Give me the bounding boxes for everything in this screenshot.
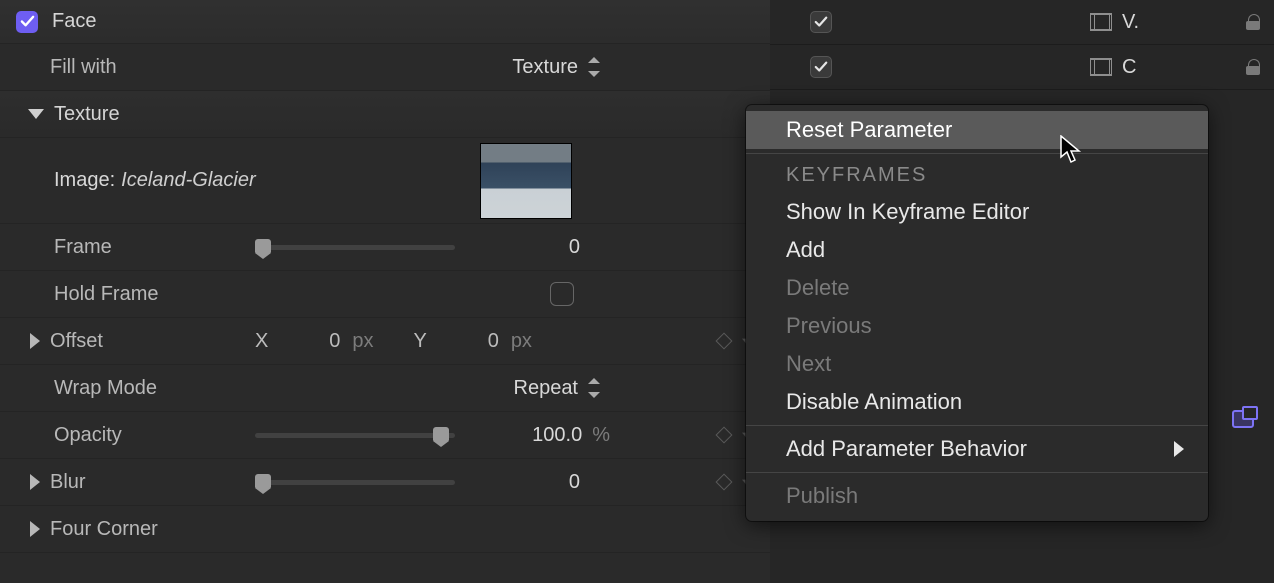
menu-reset-parameter[interactable]: Reset Parameter [746,111,1208,149]
offset-row[interactable]: Offset X 0 px Y 0 px [0,318,770,365]
lock-icon[interactable] [1246,59,1260,75]
disclosure-right-icon[interactable] [30,521,40,537]
layer-name: V. [1122,11,1139,34]
layer-enable-checkbox[interactable] [810,11,832,33]
texture-section-header[interactable]: Texture [0,91,770,138]
offset-x-unit: px [352,330,373,353]
texture-image-row[interactable]: Image: Iceland-Glacier [0,138,770,224]
frame-label: Frame [54,236,112,259]
opacity-value[interactable]: 100.0 [532,424,582,447]
opacity-slider[interactable] [255,433,455,438]
submenu-arrow-icon [1174,441,1184,457]
inspector-panel: Face Fill with Texture Texture Image: Ic… [0,0,770,583]
blur-slider[interactable] [255,480,455,485]
checkmark-icon [814,15,828,29]
clip-icon [1090,13,1112,31]
blur-value[interactable]: 0 [569,471,580,494]
layer-row[interactable]: C [770,45,1274,90]
face-enable-checkbox[interactable] [16,11,38,33]
menu-delete-keyframe: Delete [746,269,1208,307]
lock-icon[interactable] [1246,14,1260,30]
offset-x-value[interactable]: 0 [280,330,340,353]
stepper-icon[interactable] [588,378,600,398]
slider-thumb[interactable] [255,474,271,488]
wrap-mode-row[interactable]: Wrap Mode Repeat [0,365,770,412]
menu-previous-keyframe: Previous [746,307,1208,345]
menu-separator [746,153,1208,154]
opacity-label: Opacity [54,424,122,447]
offset-x-label: X [255,330,268,353]
keyframe-icon[interactable] [716,474,733,491]
layer-row[interactable]: V. [770,0,1274,45]
offset-y-value[interactable]: 0 [439,330,499,353]
texture-label: Texture [54,103,120,126]
fill-with-label: Fill with [50,56,117,79]
wrap-mode-value[interactable]: Repeat [514,377,579,400]
hold-frame-row[interactable]: Hold Frame [0,271,770,318]
fill-with-value[interactable]: Texture [512,56,578,79]
menu-separator [746,472,1208,473]
checkmark-icon [814,60,828,74]
stepper-icon[interactable] [588,57,600,77]
fill-with-row[interactable]: Fill with Texture [0,44,770,91]
menu-separator [746,425,1208,426]
blur-label: Blur [50,471,86,494]
menu-disable-animation[interactable]: Disable Animation [746,383,1208,421]
keyframe-icon[interactable] [716,427,733,444]
mask-indicator-icon[interactable] [1232,410,1254,428]
frame-value[interactable]: 0 [569,236,580,259]
menu-add-parameter-behavior[interactable]: Add Parameter Behavior [746,430,1208,468]
image-prefix: Image: [54,169,115,192]
offset-label: Offset [50,330,103,353]
disclosure-right-icon[interactable] [30,333,40,349]
texture-thumbnail[interactable] [480,143,572,219]
disclosure-right-icon[interactable] [30,474,40,490]
hold-frame-checkbox[interactable] [550,282,574,306]
menu-add-keyframe[interactable]: Add [746,231,1208,269]
layer-enable-checkbox[interactable] [810,56,832,78]
menu-keyframes-header: KEYFRAMES [746,158,1208,193]
face-label: Face [52,10,96,33]
opacity-row[interactable]: Opacity 100.0 % [0,412,770,459]
offset-y-label: Y [413,330,426,353]
four-corner-row[interactable]: Four Corner [0,506,770,553]
offset-y-unit: px [511,330,532,353]
menu-next-keyframe: Next [746,345,1208,383]
four-corner-label: Four Corner [50,518,158,541]
slider-thumb[interactable] [433,427,449,441]
keyframe-icon[interactable] [716,333,733,350]
checkmark-icon [20,14,35,29]
frame-row[interactable]: Frame 0 [0,224,770,271]
layer-name: C [1122,56,1136,79]
clip-icon [1090,58,1112,76]
slider-thumb[interactable] [255,239,271,253]
frame-slider[interactable] [255,245,455,250]
blur-row[interactable]: Blur 0 [0,459,770,506]
wrap-mode-label: Wrap Mode [54,377,157,400]
image-name: Iceland-Glacier [121,169,256,192]
hold-frame-label: Hold Frame [54,283,158,306]
menu-publish: Publish [746,477,1208,515]
face-section-header[interactable]: Face [0,0,770,44]
menu-show-in-keyframe-editor[interactable]: Show In Keyframe Editor [746,193,1208,231]
opacity-unit: % [592,424,610,447]
parameter-context-menu: Reset Parameter KEYFRAMES Show In Keyfra… [746,105,1208,521]
disclosure-down-icon[interactable] [28,109,44,119]
